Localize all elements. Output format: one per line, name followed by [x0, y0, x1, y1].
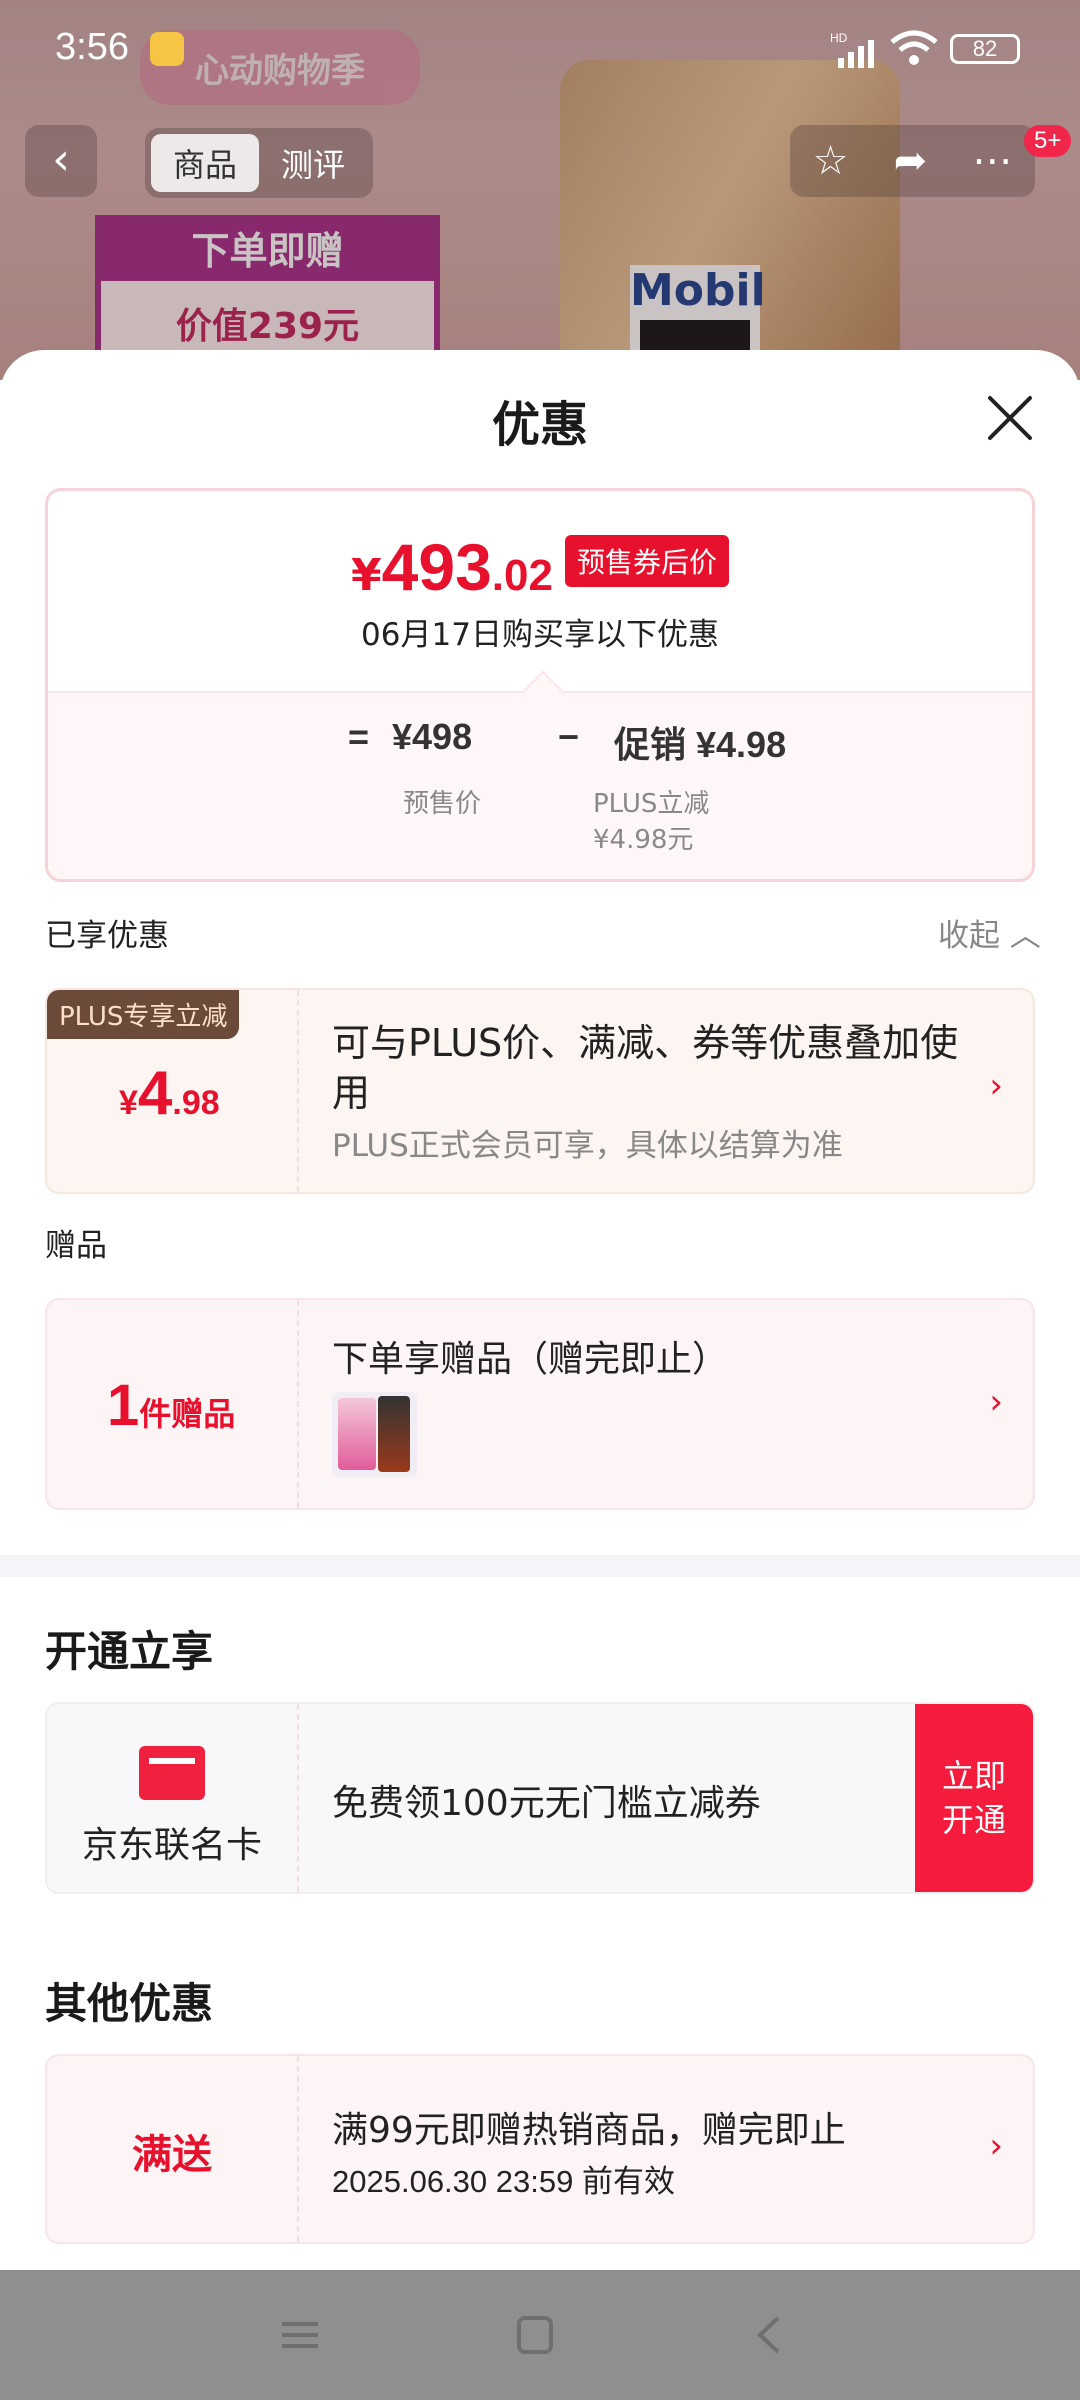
discount-sheet: 优惠 ¥ 493 .02 预售券后价 06月17日购买享以下优惠 = ¥498 … [0, 350, 1080, 2270]
other-offer-card[interactable]: 满送 满99元即赠热销商品，赠完即止 2025.06.30 23:59 前有效 … [45, 2054, 1035, 2244]
gift-card[interactable]: 1件赠品 下单享赠品（赠完即止） › [45, 1298, 1035, 1510]
back-button[interactable]: ‹ [25, 125, 97, 197]
svg-text:HD: HD [830, 31, 848, 45]
chevron-right-icon: › [989, 2126, 1003, 2166]
share-icon[interactable]: ➦ [894, 138, 928, 184]
cellular-signal-icon: HD [830, 31, 874, 68]
favorite-star-icon[interactable]: ☆ [813, 138, 849, 184]
close-icon[interactable] [980, 388, 1040, 448]
wifi-icon [890, 30, 938, 65]
credit-card-icon [139, 1746, 205, 1800]
status-bar: 3:56 HD 82 [0, 0, 1080, 100]
collapse-button[interactable]: 收起 ︿ [938, 910, 1041, 955]
price-breakdown [48, 691, 1032, 879]
plus-reduction-amount: ¥4.98元 [593, 825, 694, 855]
purchase-note: 06月17日购买享以下优惠 [361, 617, 719, 653]
presale-label: 预售价 [403, 789, 482, 819]
plus-note: PLUS正式会员可享，具体以结算为准 [332, 1128, 843, 1164]
card-name: 京东联名卡 [81, 1825, 262, 1866]
price-summary-card: ¥ 493 .02 预售券后价 06月17日购买享以下优惠 = ¥498 − 促… [45, 488, 1035, 882]
message-badge: 5+ [1024, 125, 1072, 157]
more-icon[interactable]: ⋯ [972, 138, 1012, 184]
offer-type-tag: 满送 [132, 2132, 212, 2178]
chevron-right-icon: › [989, 1066, 1003, 1106]
gift-thumbnail [332, 1392, 417, 1477]
notification-icon [150, 32, 184, 66]
plus-reduction-label: PLUS立减 [593, 789, 710, 819]
offer-description: 满99元即赠热销商品，赠完即止 [332, 2110, 846, 2151]
open-section-title: 开通立享 [45, 1627, 214, 1676]
open-now-button[interactable]: 立即开通 [915, 1704, 1033, 1892]
co-branded-card-offer[interactable]: 京东联名卡 免费领100元无门槛立减券 立即开通 [45, 1702, 1035, 1894]
plus-description: 可与PLUS价、满减、券等优惠叠加使用 [332, 1021, 959, 1115]
sheet-title: 优惠 [491, 397, 588, 453]
status-time: 3:56 [55, 26, 129, 68]
tab-product[interactable]: 商品 [151, 134, 260, 192]
enjoyed-section-label: 已享优惠 [45, 918, 169, 954]
price-tag: 预售券后价 [564, 535, 729, 587]
offer-validity: 2025.06.30 23:59 前有效 [332, 2164, 675, 2199]
chevron-right-icon: › [989, 1382, 1003, 1422]
plus-tag: PLUS专享立减 [47, 990, 240, 1039]
gift-count: 1件赠品 [107, 1373, 236, 1438]
home-icon[interactable] [505, 2310, 565, 2360]
background-actions: ☆ ➦ ⋯ [790, 125, 1035, 197]
battery-icon: 82 [950, 34, 1020, 64]
back-icon[interactable] [740, 2310, 800, 2360]
gift-section-label: 赠品 [45, 1228, 107, 1264]
card-offer-description: 免费领100元无门槛立减券 [332, 1783, 761, 1824]
other-section-title: 其他优惠 [45, 1979, 214, 2028]
plus-offer-card[interactable]: PLUS专享立减 ¥4.98 可与PLUS价、满减、券等优惠叠加使用 PLUS正… [45, 988, 1035, 1194]
menu-icon[interactable] [270, 2310, 330, 2360]
gift-description: 下单享赠品（赠完即止） [332, 1339, 729, 1380]
chevron-up-icon: ︿ [1000, 918, 1041, 954]
background-tabs: 商品 测评 [145, 128, 374, 198]
tab-review[interactable]: 测评 [259, 134, 367, 192]
plus-amount: ¥4.98 [119, 1059, 220, 1128]
final-price: ¥ 493 .02 预售券后价 [48, 529, 1032, 605]
system-navigation-bar [0, 2270, 1080, 2400]
